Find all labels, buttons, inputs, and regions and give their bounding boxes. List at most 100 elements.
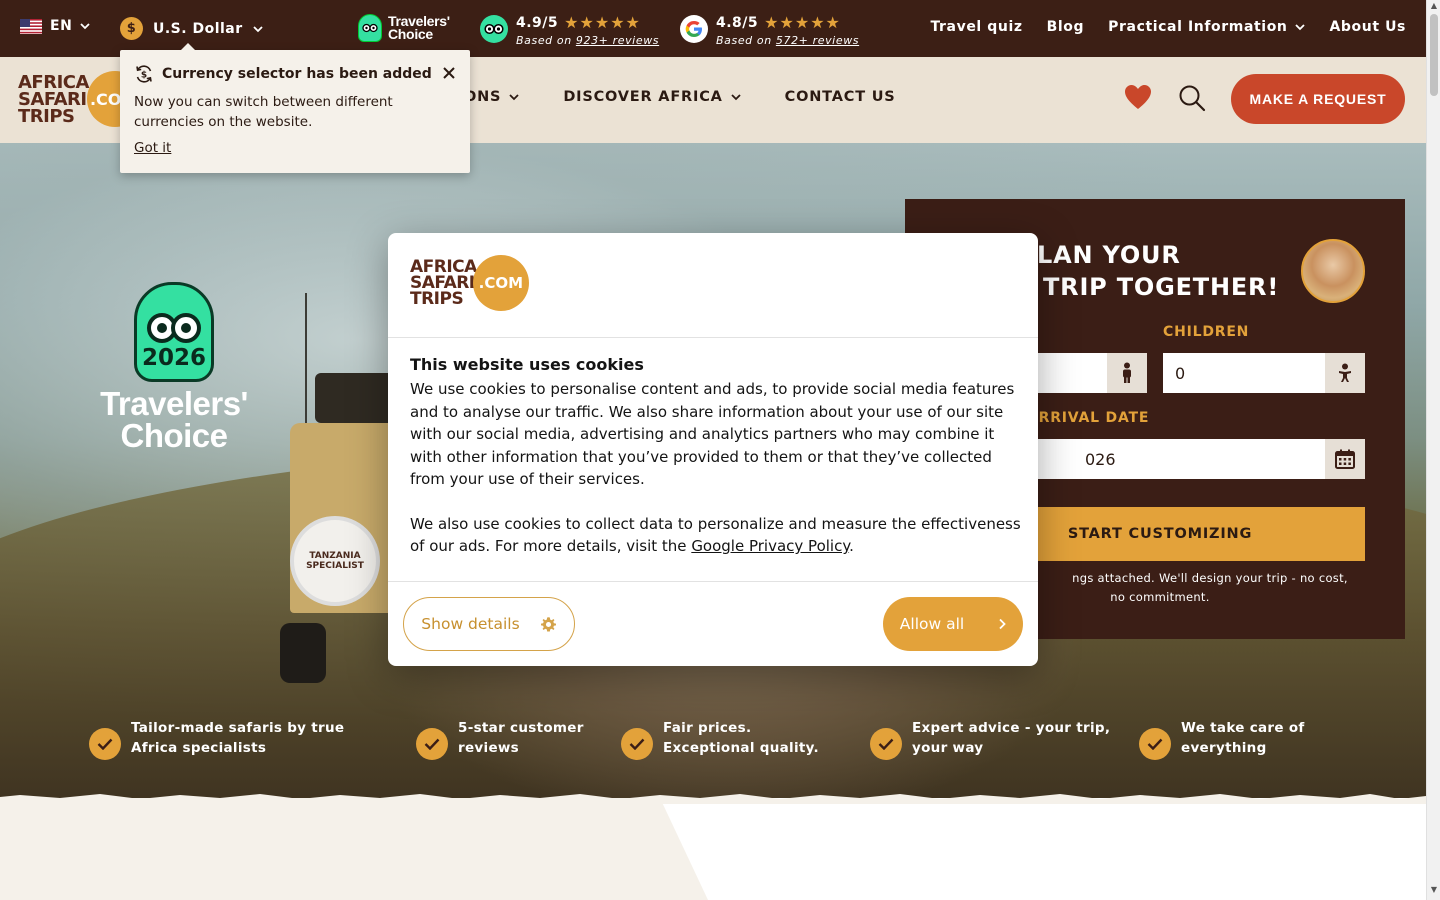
- logo-wordmark: AFRICA SAFARI TRIPS: [410, 259, 477, 309]
- calendar-icon: [1325, 439, 1365, 479]
- spare-tire-cover: TANZANIA SPECIALIST: [290, 516, 380, 606]
- language-label: EN: [50, 18, 73, 34]
- gear-icon: [540, 616, 556, 631]
- google-review-count[interactable]: Based on 572+ reviews: [716, 34, 859, 47]
- chevron-down-icon: [731, 94, 741, 101]
- benefit-item: Expert advice - your trip, your way: [870, 718, 1110, 760]
- top-bar: EN $ U.S. Dollar Travelers' Choice 4.9/5…: [0, 0, 1426, 61]
- top-nav: Travel quiz Blog Practical Information A…: [930, 19, 1406, 35]
- language-selector[interactable]: EN: [20, 18, 90, 34]
- heart-icon[interactable]: [1124, 84, 1152, 110]
- children-label: CHILDREN: [1163, 324, 1250, 340]
- svg-text:$: $: [141, 71, 147, 81]
- benefit-text: Fair prices.: [663, 720, 752, 736]
- nav-discover-africa-label: DISCOVER AFRICA: [563, 89, 723, 105]
- based-on-label: Based on: [716, 34, 776, 47]
- allow-all-label: Allow all: [899, 615, 965, 633]
- logo-wordmark: AFRICA SAFARI TRIPS: [18, 71, 89, 127]
- nav-contact-us[interactable]: CONTACT US: [785, 89, 896, 105]
- make-request-button[interactable]: MAKE A REQUEST: [1231, 74, 1405, 124]
- benefit-text: reviews: [458, 740, 520, 756]
- cookie-dialog-title: This website uses cookies: [410, 355, 644, 374]
- nav-practical-information-label: Practical Information: [1108, 19, 1288, 35]
- page-scrollbar[interactable]: ▲ ▼: [1426, 0, 1440, 900]
- travelers-choice-badge: Travelers' Choice: [358, 14, 460, 42]
- cookie-paragraph: We use cookies to personalise content an…: [410, 380, 1015, 488]
- check-icon: [1139, 728, 1171, 760]
- lower-white-panel: [660, 798, 1426, 900]
- cookie-dialog-body: We use cookies to personalise content an…: [410, 378, 1022, 558]
- nav-blog[interactable]: Blog: [1047, 19, 1085, 35]
- allow-all-button[interactable]: Allow all: [883, 597, 1023, 651]
- nav-travel-quiz[interactable]: Travel quiz: [930, 19, 1022, 35]
- google-reviews-link[interactable]: 572+ reviews: [776, 34, 859, 47]
- chevron-right-icon: [999, 618, 1006, 630]
- got-it-link[interactable]: Got it: [134, 140, 171, 156]
- popover-title: $ Currency selector has been added: [134, 64, 456, 84]
- google-g-icon: [680, 15, 708, 43]
- tripadvisor-review-count[interactable]: Based on 923+ reviews: [516, 34, 659, 47]
- check-icon: [89, 728, 121, 760]
- currency-label: U.S. Dollar: [153, 20, 243, 37]
- logo-line: TRIPS: [18, 105, 75, 127]
- check-icon: [621, 728, 653, 760]
- travelers-choice-award: 2026 Travelers' Choice: [92, 282, 256, 452]
- cookie-paragraph-text: .: [849, 537, 854, 555]
- logo-suffix: .COM: [478, 274, 524, 292]
- tripadvisor-rating[interactable]: 4.9/5 ★★★★★ Based on 923+ reviews: [480, 13, 659, 47]
- lower-section: [0, 798, 1426, 900]
- tripadvisor-owl-icon: [358, 14, 382, 42]
- tire-text: TANZANIA: [309, 551, 361, 561]
- scroll-down-icon[interactable]: ▼: [1430, 886, 1438, 894]
- tripadvisor-owl-icon: 2026: [134, 282, 214, 382]
- nav-discover-africa[interactable]: DISCOVER AFRICA: [563, 89, 741, 105]
- benefit-text: 5-star customer: [458, 720, 584, 736]
- show-details-button[interactable]: Show details: [403, 597, 575, 651]
- travel-agent-avatar: [1301, 239, 1365, 303]
- nav-about-us[interactable]: About Us: [1329, 19, 1406, 35]
- dollar-coin-icon: $: [120, 17, 143, 40]
- benefit-item: Tailor-made safaris by true Africa specia…: [89, 718, 344, 760]
- logo-line: AFRICA: [18, 71, 89, 93]
- divider: [388, 337, 1038, 338]
- logo-dot: .COM: [472, 255, 529, 311]
- scroll-up-icon[interactable]: ▲: [1430, 2, 1438, 10]
- arrival-date-label: ARRIVAL DATE: [1027, 410, 1150, 426]
- benefit-text: your way: [912, 740, 984, 756]
- benefit-text: Africa specialists: [131, 740, 267, 756]
- torn-edge-divider: [0, 794, 1426, 804]
- benefit-text: We take care of: [1181, 720, 1305, 736]
- popover-caret: [180, 43, 196, 51]
- nav-practical-information[interactable]: Practical Information: [1108, 19, 1306, 35]
- logo-line: TRIPS: [410, 289, 464, 309]
- chevron-down-icon: [1295, 24, 1306, 31]
- benefit-item: Fair prices. Exceptional quality.: [621, 718, 819, 760]
- scrollbar-thumb[interactable]: [1430, 14, 1438, 96]
- search-icon[interactable]: [1178, 84, 1206, 112]
- google-score: 4.8/5: [716, 14, 759, 31]
- cookie-consent-dialog: AFRICA SAFARI TRIPS .COM This website us…: [388, 233, 1038, 666]
- currency-selector[interactable]: $ U.S. Dollar: [120, 17, 263, 40]
- close-icon[interactable]: [442, 66, 456, 80]
- children-field[interactable]: 0: [1163, 353, 1365, 393]
- popover-body: Now you can switch between different cur…: [134, 94, 393, 130]
- award-title: Travelers' Choice: [92, 387, 256, 454]
- us-flag-icon: [20, 18, 42, 34]
- nav-destinations[interactable]: ONS: [464, 89, 519, 105]
- award-title-line: Choice: [120, 417, 228, 454]
- person-icon: [1107, 353, 1147, 393]
- google-rating[interactable]: 4.8/5 ★★★★★ Based on 572+ reviews: [680, 13, 859, 47]
- tire-text: SPECIALIST: [306, 561, 364, 571]
- check-icon: [870, 728, 902, 760]
- benefit-text: Expert advice - your trip,: [912, 720, 1111, 736]
- currency-exchange-icon: $: [136, 65, 152, 83]
- chevron-down-icon: [80, 23, 90, 30]
- divider: [388, 581, 1038, 582]
- tripadvisor-reviews-link[interactable]: 923+ reviews: [576, 34, 659, 47]
- benefit-text: Tailor-made safaris by true: [131, 720, 345, 736]
- google-privacy-policy-link[interactable]: Google Privacy Policy: [691, 537, 849, 555]
- child-icon: [1325, 353, 1365, 393]
- benefits-bar: Tailor-made safaris by true Africa specia…: [0, 718, 1426, 778]
- show-details-label: Show details: [421, 615, 520, 633]
- cookie-dialog-logo: AFRICA SAFARI TRIPS .COM: [410, 255, 529, 311]
